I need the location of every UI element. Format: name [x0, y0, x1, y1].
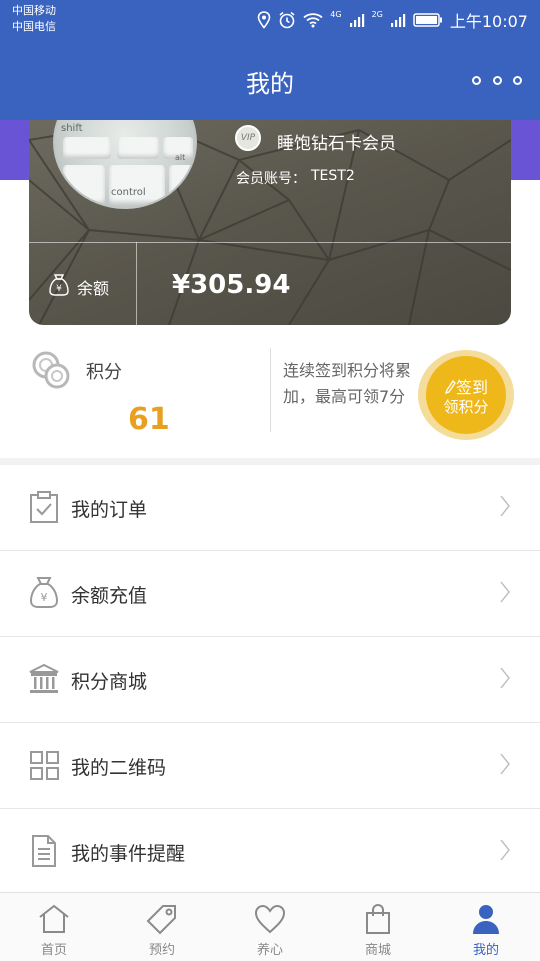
key-label-alt: alt — [175, 153, 186, 162]
chevron-right-icon — [500, 495, 510, 517]
member-level: 睡饱钻石卡会员 — [277, 134, 396, 154]
avatar-key — [117, 137, 159, 159]
net-type-2: 2G — [371, 9, 383, 19]
points-description: 连续签到积分将累加，最高可领7分 — [283, 361, 412, 406]
menu-list: 我的订单 ¥ 余额充值 积分商城 我的二维码 我的事件提醒 — [0, 465, 540, 895]
avatar-key — [63, 165, 105, 205]
checkin-line2: 领积分 — [443, 398, 489, 416]
nav-item-mall[interactable]: 商城 — [324, 893, 432, 961]
avatar-key — [63, 137, 111, 159]
card-divider — [136, 242, 137, 325]
home-icon — [39, 904, 69, 933]
chevron-right-icon — [500, 581, 510, 603]
more-icon — [492, 75, 502, 85]
member-account-label: 会员账号： — [236, 171, 306, 187]
user-icon — [473, 905, 499, 934]
clipboard-check-icon — [30, 491, 58, 523]
menu-item-orders[interactable]: 我的订单 — [0, 465, 540, 551]
checkin-button[interactable]: 签到 领积分 — [418, 350, 514, 440]
menu-label: 我的二维码 — [71, 757, 167, 779]
avatar-key — [169, 165, 195, 205]
menu-label: 我的订单 — [71, 499, 148, 521]
key-label-shift: shift — [61, 123, 83, 134]
money-bag-icon: ¥ — [49, 274, 69, 296]
nav-item-booking[interactable]: 预约 — [108, 893, 216, 961]
document-icon — [32, 835, 56, 867]
svg-text:¥: ¥ — [41, 591, 48, 604]
chevron-right-icon — [500, 753, 510, 775]
more-button[interactable] — [472, 72, 522, 88]
svg-text:¥: ¥ — [56, 284, 62, 294]
nav-label: 我的 — [472, 943, 499, 958]
shopping-bag-icon — [366, 904, 390, 934]
status-bar: 中国移动 中国电信 4G 2G 上午10:07 — [0, 0, 540, 40]
checkin-line1: 签到 — [426, 374, 506, 398]
chevron-right-icon — [500, 667, 510, 689]
signal-icon — [390, 14, 406, 27]
menu-label: 积分商城 — [71, 671, 148, 693]
card-divider — [29, 242, 511, 243]
pencil-icon — [444, 379, 456, 395]
more-icon — [513, 75, 522, 85]
nav-item-wellness[interactable]: 养心 — [216, 893, 324, 961]
coins-icon — [32, 351, 70, 389]
menu-item-reminders[interactable]: 我的事件提醒 — [0, 809, 540, 895]
wifi-icon — [303, 13, 323, 28]
carrier-2: 中国电信 — [12, 20, 56, 33]
points-label: 积分 — [86, 362, 122, 383]
nav-label: 首页 — [40, 943, 67, 958]
net-type-1: 4G — [330, 9, 342, 19]
status-time: 上午10:07 — [449, 12, 528, 31]
menu-label: 余额充值 — [71, 585, 148, 607]
location-icon — [257, 11, 271, 29]
avatar-key — [109, 165, 165, 205]
checkin-badge: 签到 领积分 — [426, 356, 506, 434]
more-icon — [472, 75, 481, 85]
signal-icon — [349, 14, 364, 27]
checkin-line1-text: 签到 — [455, 378, 488, 397]
battery-icon — [413, 13, 442, 27]
nav-item-home[interactable]: 首页 — [0, 893, 108, 961]
nav-label: 预约 — [148, 943, 175, 958]
header: 我的 — [0, 40, 540, 120]
page-title: 我的 — [246, 70, 294, 98]
menu-label: 我的事件提醒 — [71, 843, 186, 865]
nav-label: 养心 — [256, 943, 283, 958]
qr-grid-icon — [30, 751, 59, 780]
member-account-value: TEST2 — [311, 168, 355, 184]
menu-item-qrcode[interactable]: 我的二维码 — [0, 723, 540, 809]
heart-icon — [254, 904, 286, 934]
balance-value: ¥305.94 — [172, 270, 291, 300]
avatar[interactable]: shift alt control — [53, 120, 197, 209]
menu-item-points-mall[interactable]: 积分商城 — [0, 637, 540, 723]
key-label-control: control — [111, 187, 146, 198]
chevron-right-icon — [500, 839, 510, 861]
balance-label: 余额 — [77, 279, 110, 298]
nav-label: 商城 — [364, 943, 391, 958]
tag-icon — [146, 905, 176, 935]
status-icons: 4G 2G 上午10:07 — [257, 8, 528, 32]
points-divider — [270, 348, 271, 432]
money-bag-icon: ¥ — [29, 577, 59, 608]
member-card[interactable]: shift alt control VIP 睡饱钻石卡会员 会员账号： TEST… — [29, 120, 511, 325]
carrier-1: 中国移动 — [12, 4, 56, 17]
points-value: 61 — [128, 402, 170, 437]
bottom-nav: 首页 预约 养心 商城 我的 — [0, 892, 540, 961]
alarm-icon — [279, 11, 295, 29]
menu-item-recharge[interactable]: ¥ 余额充值 — [0, 551, 540, 637]
nav-item-mine[interactable]: 我的 — [432, 893, 540, 961]
carrier-info: 中国移动 中国电信 — [12, 3, 56, 35]
vip-badge-icon: VIP — [235, 125, 261, 151]
bank-icon — [29, 663, 59, 693]
